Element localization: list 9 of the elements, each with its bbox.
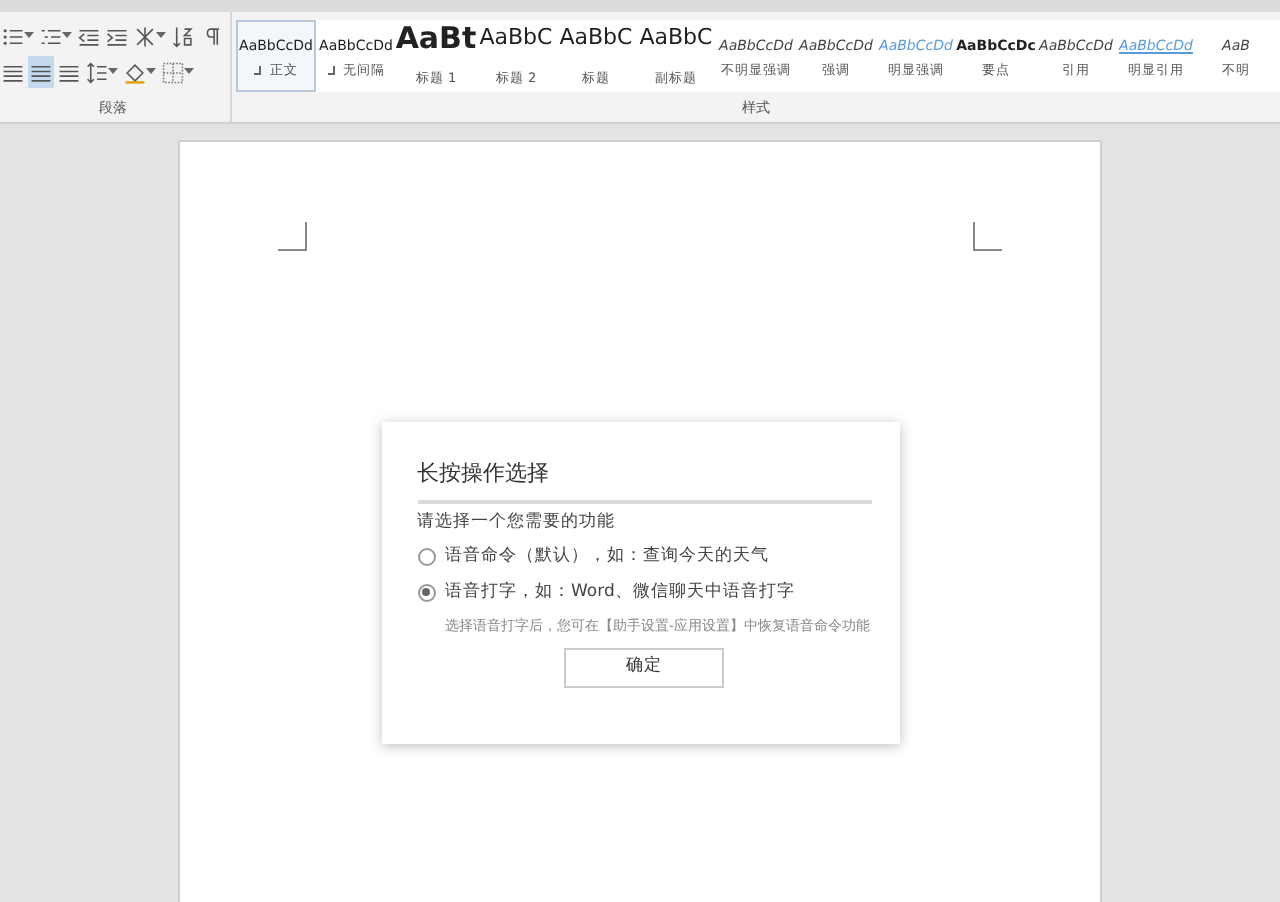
style-preview: AaBbC <box>639 24 713 52</box>
ok-button[interactable]: 确定 <box>564 647 724 688</box>
prompt-text: 请选择一个您需要的功能 <box>417 509 617 535</box>
style-preview: AaBt <box>395 24 477 52</box>
style-preview: AaBbC <box>479 24 553 52</box>
style-preview: AaBbC <box>559 24 633 52</box>
option-label: 语音命令（默认），如：查询今天的天气 <box>445 544 769 570</box>
option-label: 语音打字，如：Word、微信聊天中语音打字 <box>445 580 795 606</box>
dialog-title: 长按操作选择 <box>417 458 871 503</box>
